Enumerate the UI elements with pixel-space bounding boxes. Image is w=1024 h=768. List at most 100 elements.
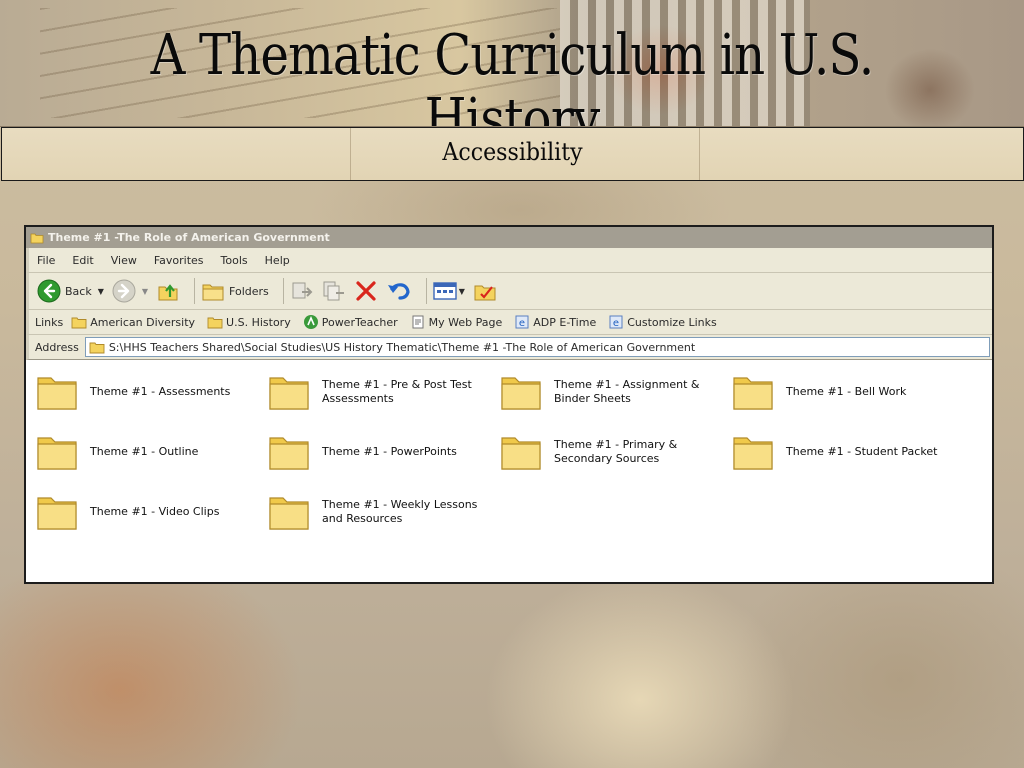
address-bar: Address S:\HHS Teachers Shared\Social St… (26, 335, 992, 360)
toolbar-separator (425, 278, 427, 304)
delete-button[interactable] (354, 279, 378, 303)
links-bar: Links American Diversity U.S. History Po… (26, 310, 992, 335)
folder-icon (37, 437, 77, 470)
folder-label: Theme #1 - Bell Work (786, 385, 907, 398)
address-value: S:\HHS Teachers Shared\Social Studies\US… (108, 340, 696, 354)
folder-icon (269, 437, 309, 470)
slide-subtitle: Accessibility (442, 138, 583, 166)
folder-item[interactable]: Theme #1 - Video Clips (26, 489, 256, 535)
ie-icon: e (609, 315, 623, 329)
standard-toolbar: Back ▼ ▼ Folders ▼ (26, 273, 992, 310)
folder-label: Theme #1 - Primary & Secondary Sources (554, 438, 678, 465)
folder-item[interactable]: Theme #1 - Student Packet (722, 429, 952, 475)
link-adp-etime[interactable]: e ADP E-Time (514, 314, 596, 330)
folder-item[interactable]: Theme #1 - PowerPoints (258, 429, 488, 475)
link-us-history[interactable]: U.S. History (207, 316, 291, 329)
chevron-down-icon[interactable]: ▼ (142, 287, 148, 296)
folder-label: Theme #1 - Student Packet (786, 445, 938, 458)
copy-to-button[interactable] (322, 280, 346, 302)
folder-label: Theme #1 - Weekly Lessons and Resources (322, 498, 478, 525)
folder-icon (269, 497, 309, 530)
menu-favorites[interactable]: Favorites (154, 254, 204, 267)
chevron-down-icon[interactable]: ▼ (459, 287, 465, 296)
svg-text:e: e (613, 318, 619, 329)
folder-icon (89, 342, 105, 353)
link-customize-links[interactable]: e Customize Links (608, 314, 717, 330)
link-label: U.S. History (226, 315, 291, 329)
powerteacher-icon (303, 315, 318, 329)
links-label: Links (35, 315, 64, 329)
menu-edit[interactable]: Edit (72, 254, 93, 267)
folder-item[interactable]: Theme #1 - Weekly Lessons and Resources (258, 489, 488, 535)
folder-check-button[interactable] (473, 280, 497, 302)
menu-tools[interactable]: Tools (221, 254, 248, 267)
toolbar-separator (194, 278, 196, 304)
menu-bar: File Edit View Favorites Tools Help (26, 248, 992, 273)
move-to-button[interactable] (290, 280, 314, 302)
folder-label: Theme #1 - Pre & Post Test Assessments (322, 378, 472, 405)
link-label: American Diversity (90, 315, 196, 329)
back-arrow-icon (37, 279, 61, 303)
folder-check-icon (474, 285, 496, 301)
folder-label: Theme #1 - Assessments (90, 385, 231, 398)
folder-item[interactable]: Theme #1 - Assessments (26, 369, 256, 415)
folder-item[interactable]: Theme #1 - Pre & Post Test Assessments (258, 369, 488, 415)
undo-icon (387, 283, 410, 300)
address-label: Address (35, 340, 79, 354)
folder-icon (733, 377, 773, 410)
up-folder-button[interactable] (156, 279, 180, 303)
ie-icon: e (515, 315, 529, 329)
views-button[interactable]: ▼ (433, 281, 465, 301)
copy-to-icon (323, 281, 344, 301)
address-input[interactable]: S:\HHS Teachers Shared\Social Studies\US… (84, 337, 990, 357)
folder-icon (269, 377, 309, 410)
web-page-icon (412, 315, 424, 329)
menu-help[interactable]: Help (265, 254, 290, 267)
folder-label: Theme #1 - Outline (90, 445, 199, 458)
views-icon (433, 282, 457, 300)
delete-x-icon (356, 281, 376, 301)
chevron-down-icon[interactable]: ▼ (98, 287, 104, 296)
header-banner: A Thematic Curriculum in U.S. History (0, 0, 1024, 127)
folder-item[interactable]: Theme #1 - Primary & Secondary Sources (490, 429, 720, 475)
folder-item[interactable]: Theme #1 - Bell Work (722, 369, 952, 415)
menu-view[interactable]: View (111, 254, 137, 267)
window-title: Theme #1 -The Role of American Governmen… (48, 231, 330, 244)
folders-label: Folders (229, 284, 269, 298)
folders-icon (202, 284, 224, 301)
menu-file[interactable]: File (37, 254, 55, 267)
subtitle-bar: Accessibility (1, 127, 1024, 181)
folder-label: Theme #1 - Video Clips (90, 505, 220, 518)
forward-button[interactable]: ▼ (112, 279, 148, 303)
folders-button[interactable]: Folders (201, 280, 269, 302)
folder-icon (30, 233, 44, 243)
window-titlebar[interactable]: Theme #1 -The Role of American Governmen… (26, 227, 992, 248)
link-label: PowerTeacher (321, 315, 398, 329)
folder-label: Theme #1 - PowerPoints (322, 445, 457, 458)
link-label: Customize Links (627, 315, 717, 329)
explorer-window: Theme #1 -The Role of American Governmen… (24, 225, 994, 584)
folder-icon (501, 377, 541, 410)
link-label: My Web Page (428, 315, 503, 329)
link-label: ADP E-Time (533, 315, 597, 329)
folder-icon (733, 437, 773, 470)
folder-item[interactable]: Theme #1 - Assignment & Binder Sheets (490, 369, 720, 415)
folder-icon (501, 437, 541, 470)
link-american-diversity[interactable]: American Diversity (71, 316, 195, 329)
back-label: Back (65, 284, 92, 298)
up-folder-icon (158, 284, 178, 301)
back-button[interactable]: Back ▼ (37, 279, 104, 303)
forward-arrow-icon (112, 279, 136, 303)
link-powerteacher[interactable]: PowerTeacher (303, 314, 398, 330)
folder-icon (37, 497, 77, 530)
folder-label: Theme #1 - Assignment & Binder Sheets (554, 378, 700, 405)
folder-icon (207, 317, 223, 328)
folder-icon (71, 317, 87, 328)
folder-icon (37, 377, 77, 410)
slide-title: A Thematic Curriculum in U.S. History (150, 23, 875, 127)
move-to-icon (292, 282, 313, 299)
folder-item[interactable]: Theme #1 - Outline (26, 429, 256, 475)
undo-button[interactable] (386, 279, 412, 303)
link-my-web-page[interactable]: My Web Page (410, 314, 503, 330)
toolbar-separator (282, 278, 284, 304)
